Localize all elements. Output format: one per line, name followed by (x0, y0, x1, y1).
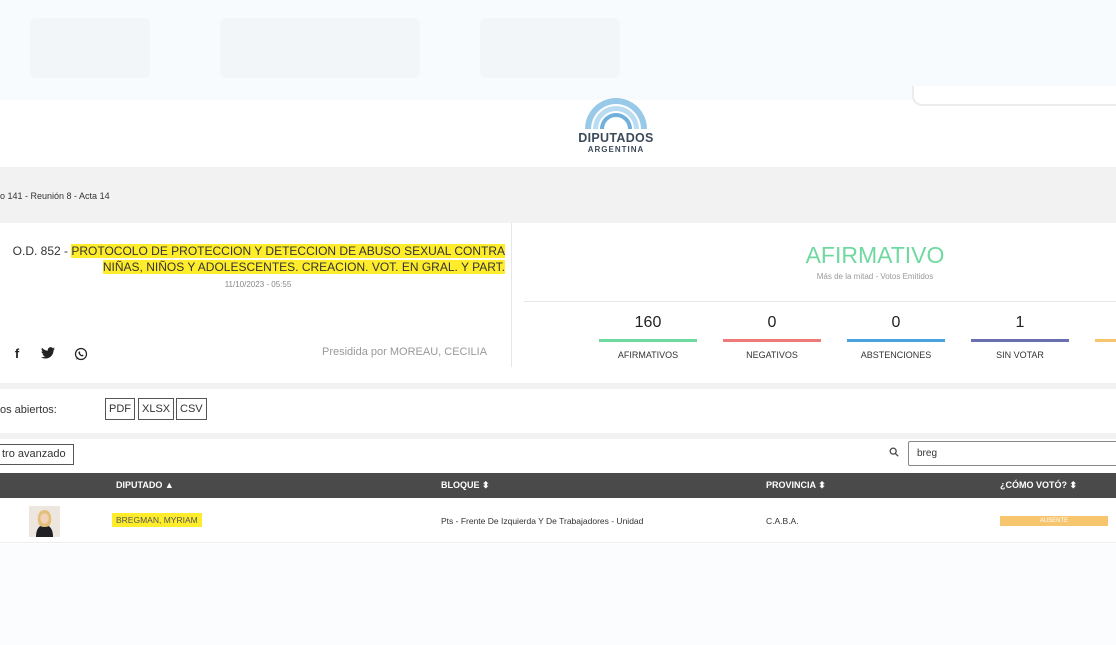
sort-icon: ⬍ (1069, 480, 1078, 490)
stat-value: 0 (767, 314, 777, 331)
stat-value: 0 (891, 314, 901, 331)
open-data-row: os abiertos: PDF XLSX CSV (0, 389, 1116, 433)
search-icon (889, 447, 901, 459)
header-background (0, 0, 1116, 100)
stat-negativos: 0 NEGATIVOS (723, 313, 821, 360)
breadcrumb-band: o 141 - Reunión 8 - Acta 14 (0, 167, 1116, 223)
download-csv-button[interactable]: CSV (176, 398, 207, 420)
stat-bar (1095, 339, 1116, 342)
twitter-icon[interactable] (41, 347, 55, 361)
page-footer-area (0, 544, 1116, 645)
column-bloque[interactable]: BLOQUE ⬍ (441, 480, 490, 491)
sort-asc-icon: ▲ (164, 480, 174, 490)
avatar (29, 506, 60, 537)
sort-icon: ⬍ (818, 480, 826, 490)
stat-bar (723, 339, 821, 342)
download-pdf-button[interactable]: PDF (105, 398, 135, 420)
vote-status-badge: AUSENTE (1000, 516, 1108, 526)
column-voto[interactable]: ¿CÓMO VOTÓ? ⬍ (1000, 480, 1077, 491)
stat-value: 1 (1015, 314, 1025, 331)
result-subtitle: Más de la mitad - Votos Emitidos (816, 272, 934, 281)
blurred-nav-item (30, 18, 150, 78)
diputado-name[interactable]: BREGMAN, MYRIAM (112, 513, 202, 527)
facebook-icon[interactable]: f (10, 347, 24, 361)
congress-dome-icon (585, 98, 647, 129)
table-header: DIPUTADO ▲ BLOQUE ⬍ PROVINCIA ⬍ ¿CÓMO VO… (0, 473, 1116, 498)
bloque-cell: Pts - Frente De Izquierda Y De Trabajado… (441, 516, 644, 526)
presided-by: Presidida por MOREAU, CECILIA (322, 346, 488, 358)
stat-sin-votar: 1 SIN VOTAR (971, 313, 1069, 360)
logo-country: ARGENTINA (587, 145, 645, 154)
search-input[interactable] (908, 441, 1116, 466)
order-prefix: O.D. 852 - (12, 244, 72, 258)
filter-row: tro avanzado (0, 439, 1116, 473)
stat-label: ABSTENCIONES (860, 350, 932, 360)
order-title-line2: NIÑAS, NIÑOS Y ADOLESCENTES. CREACION. V… (102, 260, 505, 274)
open-data-label: os abiertos: (0, 404, 57, 416)
stat-label: AFIRMATIVOS (617, 350, 679, 360)
advanced-filter-button[interactable]: tro avanzado (0, 444, 74, 465)
result-label: AFIRMATIVO (805, 242, 945, 268)
sort-icon: ⬍ (482, 480, 490, 490)
section-divider (511, 223, 512, 367)
provincia-cell: C.A.B.A. (766, 516, 799, 526)
stat-label: SIN VOTAR (996, 350, 1044, 360)
table-row[interactable]: BREGMAN, MYRIAM Pts - Frente De Izquierd… (0, 498, 1116, 543)
column-diputado[interactable]: DIPUTADO ▲ (116, 480, 174, 490)
diputados-logo[interactable]: DIPUTADOS ARGENTINA (560, 96, 672, 162)
order-title: O.D. 852 - PROTOCOLO DE PROTECCION Y DET… (0, 243, 505, 275)
download-xlsx-button[interactable]: XLSX (138, 398, 175, 420)
stat-afirmativos: 160 AFIRMATIVOS (599, 313, 697, 360)
stat-bar (971, 339, 1069, 342)
stat-bar (599, 339, 697, 342)
order-title-line1: PROTOCOLO DE PROTECCION Y DETECCION DE A… (71, 244, 505, 258)
blurred-nav-item (220, 18, 420, 78)
vote-summary-section: O.D. 852 - PROTOCOLO DE PROTECCION Y DET… (0, 223, 1116, 383)
stat-value: 160 (634, 314, 662, 331)
breadcrumb: o 141 - Reunión 8 - Acta 14 (0, 191, 110, 201)
stat-bar (847, 339, 945, 342)
order-datetime: 11/10/2023 - 05:55 (224, 280, 292, 289)
stat-partial (1095, 313, 1116, 342)
whatsapp-icon[interactable] (74, 347, 88, 361)
user-menu-panel (912, 86, 1116, 106)
stat-abstenciones: 0 ABSTENCIONES (847, 313, 945, 360)
stat-label: NEGATIVOS (746, 350, 798, 360)
column-provincia[interactable]: PROVINCIA ⬍ (766, 480, 826, 491)
result-divider (524, 301, 1116, 302)
blurred-nav-item (480, 18, 620, 78)
logo-name: DIPUTADOS (578, 131, 654, 145)
